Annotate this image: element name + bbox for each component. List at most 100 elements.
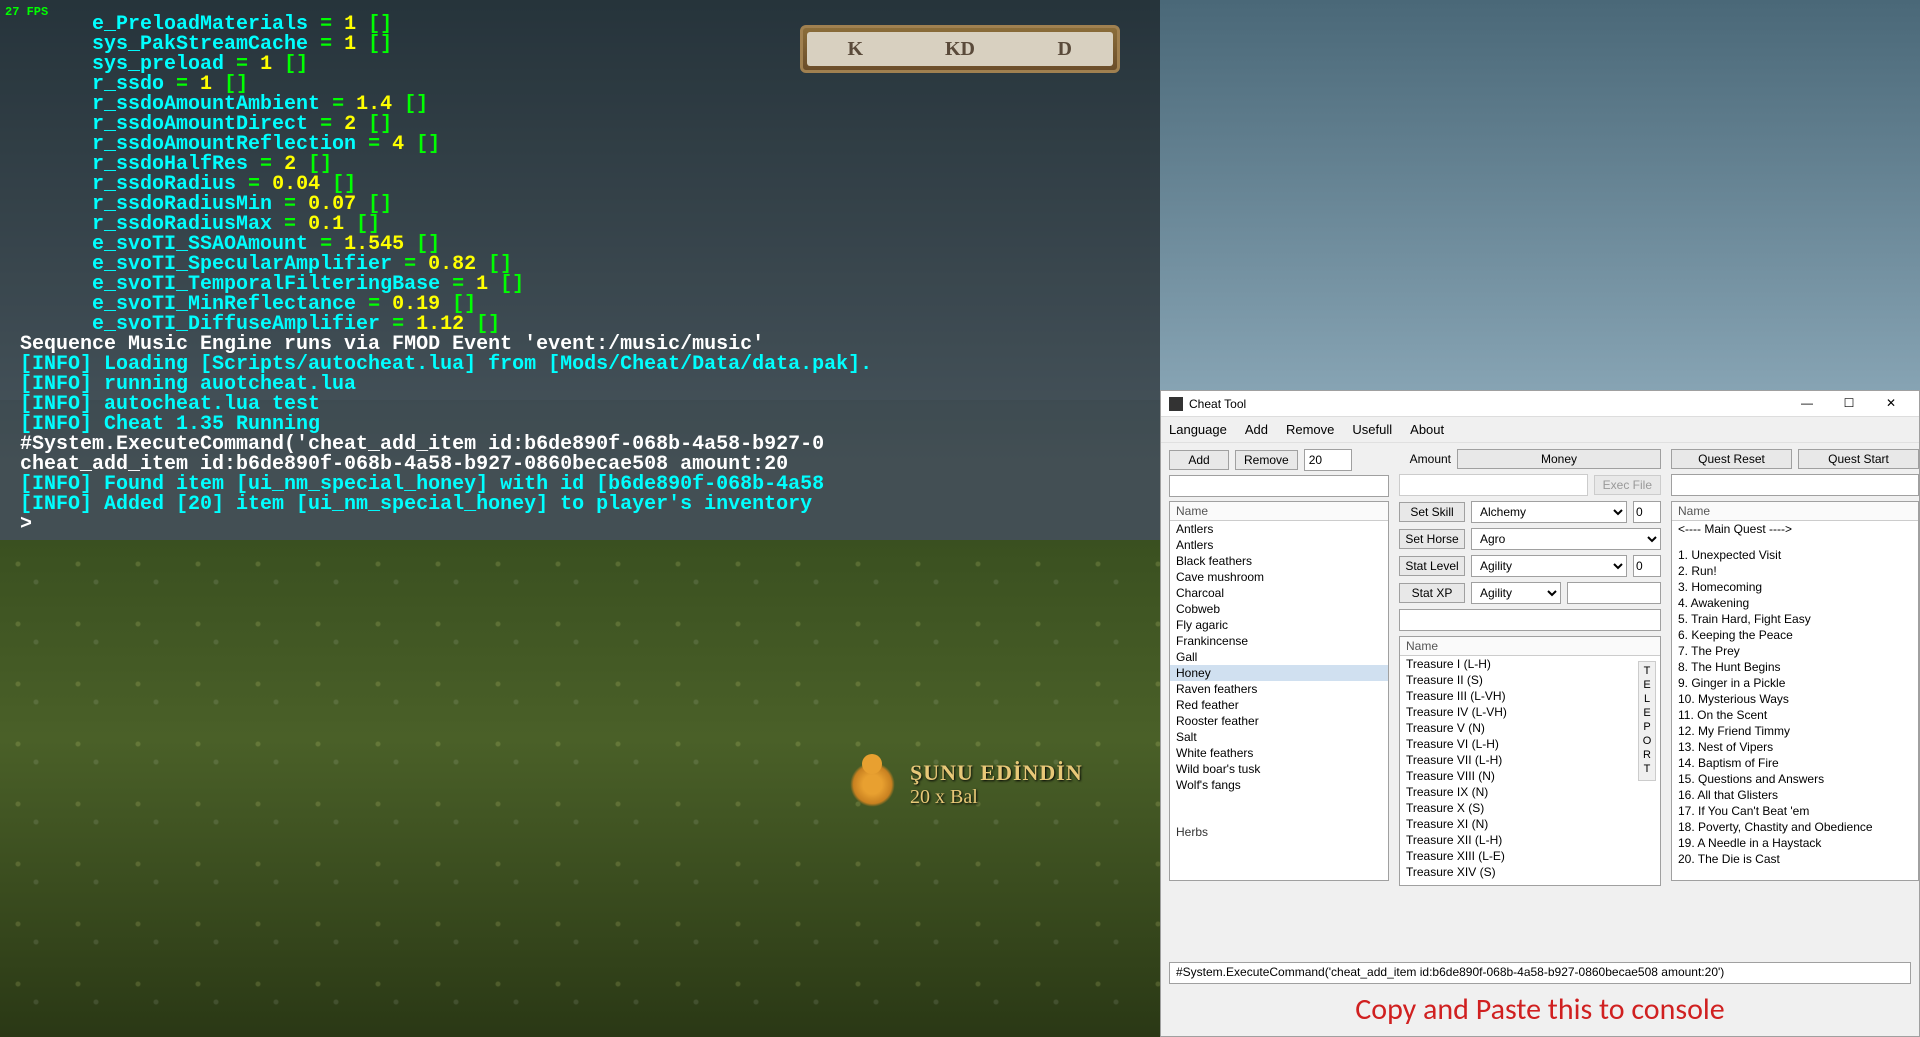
list-item[interactable]: Honey <box>1170 665 1388 681</box>
category-label: Herbs <box>1170 823 1388 841</box>
list-item[interactable]: Treasure I (L-H) <box>1400 656 1660 672</box>
treasure-list-header: Name <box>1400 637 1660 656</box>
set-skill-button[interactable]: Set Skill <box>1399 502 1465 522</box>
list-item[interactable]: Treasure VII (L-H) <box>1400 752 1660 768</box>
list-item[interactable]: Gall <box>1170 649 1388 665</box>
list-item[interactable]: Treasure XIV (S) <box>1400 864 1660 880</box>
list-item[interactable]: Treasure III (L-VH) <box>1400 688 1660 704</box>
console-line: r_ssdoRadiusMin = 0.07 [] <box>20 195 1160 215</box>
stat-level-button[interactable]: Stat Level <box>1399 556 1465 576</box>
list-item[interactable]: Treasure XII (L-H) <box>1400 832 1660 848</box>
list-item[interactable]: 4. Awakening <box>1672 595 1918 611</box>
item-listbox[interactable]: NameAntlersAntlersBlack feathersCave mus… <box>1169 501 1389 881</box>
console-line: e_svoTI_SpecularAmplifier = 0.82 [] <box>20 255 1160 275</box>
menu-remove[interactable]: Remove <box>1286 422 1334 437</box>
list-item[interactable]: Treasure X (S) <box>1400 800 1660 816</box>
horse-select[interactable]: Agro <box>1471 528 1661 550</box>
list-item[interactable]: Treasure XIII (L-E) <box>1400 848 1660 864</box>
kill-death-hud: K KD D <box>800 25 1120 73</box>
list-item[interactable]: Fly agaric <box>1170 617 1388 633</box>
list-item[interactable]: Red feather <box>1170 697 1388 713</box>
add-button[interactable]: Add <box>1169 450 1229 470</box>
cheat-tool-window[interactable]: Cheat Tool — ☐ ✕ Language Add Remove Useful… <box>1160 390 1920 1037</box>
list-item[interactable]: 11. On the Scent <box>1672 707 1918 723</box>
stat-level-input[interactable] <box>1633 555 1661 577</box>
list-item[interactable]: 19. A Needle in a Haystack <box>1672 835 1918 851</box>
list-item[interactable]: Rooster feather <box>1170 713 1388 729</box>
menu-language[interactable]: Language <box>1169 422 1227 437</box>
console-line: r_ssdoAmountReflection = 4 [] <box>20 135 1160 155</box>
stat-xp-select[interactable]: Agility <box>1471 582 1561 604</box>
quest-start-button[interactable]: Quest Start <box>1798 449 1919 469</box>
item-search-input[interactable] <box>1169 475 1389 497</box>
menu-about[interactable]: About <box>1410 422 1444 437</box>
list-item[interactable]: 2. Run! <box>1672 563 1918 579</box>
console-line: > <box>20 515 1160 535</box>
file-input[interactable] <box>1399 474 1588 496</box>
list-item[interactable]: Treasure VIII (N) <box>1400 768 1660 784</box>
list-item[interactable]: Black feathers <box>1170 553 1388 569</box>
teleport-button[interactable]: TELEPORT <box>1638 661 1656 781</box>
instruction-text: Copy and Paste this to console <box>1161 991 1919 1028</box>
list-item[interactable]: 15. Questions and Answers <box>1672 771 1918 787</box>
set-horse-button[interactable]: Set Horse <box>1399 529 1465 549</box>
game-console[interactable]: e_PreloadMaterials = 1 [] sys_PakStreamC… <box>20 15 1160 535</box>
loot-title: ŞUNU EDİNDİN <box>910 760 1083 786</box>
remove-button[interactable]: Remove <box>1235 450 1298 470</box>
list-item[interactable]: 6. Keeping the Peace <box>1672 627 1918 643</box>
maximize-button[interactable]: ☐ <box>1829 394 1869 414</box>
list-item[interactable]: 16. All that Glisters <box>1672 787 1918 803</box>
list-item[interactable]: Antlers <box>1170 537 1388 553</box>
quest-reset-button[interactable]: Quest Reset <box>1671 449 1792 469</box>
list-item[interactable]: Treasure IX (N) <box>1400 784 1660 800</box>
list-item[interactable]: Treasure II (S) <box>1400 672 1660 688</box>
list-item[interactable]: 10. Mysterious Ways <box>1672 691 1918 707</box>
list-item[interactable]: Treasure XI (N) <box>1400 816 1660 832</box>
list-item[interactable]: 5. Train Hard, Fight Easy <box>1672 611 1918 627</box>
list-item[interactable]: Wild boar's tusk <box>1170 761 1388 777</box>
list-item[interactable]: Cave mushroom <box>1170 569 1388 585</box>
list-item[interactable]: 17. If You Can't Beat 'em <box>1672 803 1918 819</box>
quest-search-input[interactable] <box>1671 474 1919 496</box>
list-item[interactable]: 14. Baptism of Fire <box>1672 755 1918 771</box>
skill-select[interactable]: Alchemy <box>1471 501 1627 523</box>
list-item[interactable]: Charcoal <box>1170 585 1388 601</box>
list-item[interactable]: 1. Unexpected Visit <box>1672 547 1918 563</box>
list-item[interactable]: 13. Nest of Vipers <box>1672 739 1918 755</box>
list-item[interactable]: Cobweb <box>1170 601 1388 617</box>
menu-usefull[interactable]: Usefull <box>1352 422 1392 437</box>
skill-level-input[interactable] <box>1633 501 1661 523</box>
exec-file-button[interactable]: Exec File <box>1594 475 1661 495</box>
stat-xp-input[interactable] <box>1567 582 1661 604</box>
list-item[interactable]: 9. Ginger in a Pickle <box>1672 675 1918 691</box>
minimize-button[interactable]: — <box>1787 394 1827 414</box>
list-item[interactable]: 12. My Friend Timmy <box>1672 723 1918 739</box>
list-item[interactable]: Antlers <box>1170 521 1388 537</box>
treasure-listbox[interactable]: NameTreasure I (L-H)Treasure II (S)Treas… <box>1399 636 1661 886</box>
list-item[interactable]: Salt <box>1170 729 1388 745</box>
stat-level-select[interactable]: Agility <box>1471 555 1627 577</box>
hud-kd: KD <box>908 38 1013 61</box>
close-button[interactable]: ✕ <box>1871 394 1911 414</box>
stat-xp-button[interactable]: Stat XP <box>1399 583 1465 603</box>
command-output[interactable]: #System.ExecuteCommand('cheat_add_item i… <box>1169 962 1911 984</box>
list-item[interactable]: 8. The Hunt Begins <box>1672 659 1918 675</box>
list-item[interactable]: Raven feathers <box>1170 681 1388 697</box>
list-item[interactable]: Treasure V (N) <box>1400 720 1660 736</box>
list-item[interactable]: 7. The Prey <box>1672 643 1918 659</box>
list-item[interactable]: Treasure IV (L-VH) <box>1400 704 1660 720</box>
list-item[interactable]: White feathers <box>1170 745 1388 761</box>
amount-input[interactable] <box>1304 449 1352 471</box>
list-item[interactable]: Frankincense <box>1170 633 1388 649</box>
quest-listbox[interactable]: Name<---- Main Quest ---->1. Unexpected … <box>1671 501 1919 881</box>
list-item[interactable]: 20. The Die is Cast <box>1672 851 1918 867</box>
menu-add[interactable]: Add <box>1245 422 1268 437</box>
window-title-bar[interactable]: Cheat Tool — ☐ ✕ <box>1161 391 1919 417</box>
money-button[interactable]: Money <box>1457 449 1661 469</box>
app-icon <box>1169 397 1183 411</box>
list-item[interactable]: Treasure VI (L-H) <box>1400 736 1660 752</box>
list-item[interactable]: Wolf's fangs <box>1170 777 1388 793</box>
list-item[interactable]: 3. Homecoming <box>1672 579 1918 595</box>
treasure-search-input[interactable] <box>1399 609 1661 631</box>
list-item[interactable]: 18. Poverty, Chastity and Obedience <box>1672 819 1918 835</box>
